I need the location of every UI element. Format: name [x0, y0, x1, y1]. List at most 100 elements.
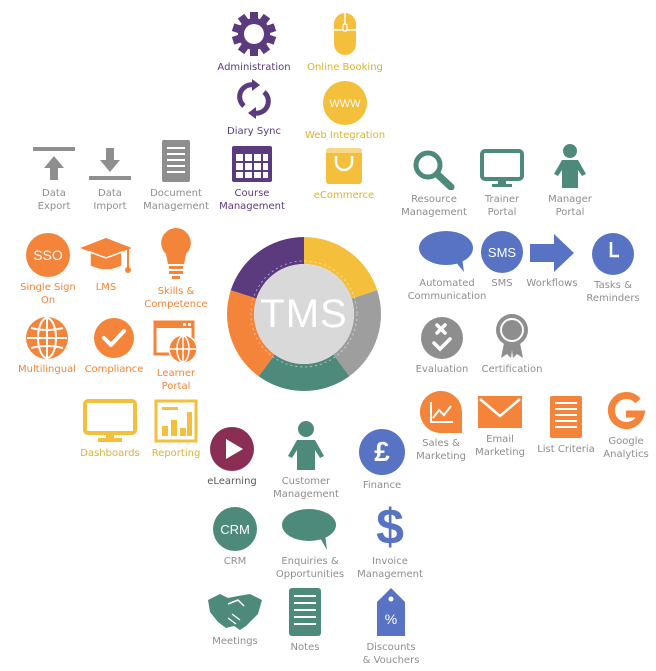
svg-text:£: £	[374, 436, 390, 467]
notes-icon	[289, 588, 321, 636]
svg-text:$: $	[376, 500, 404, 552]
module-label: Learner Portal	[156, 368, 196, 392]
lightbulb-icon	[161, 228, 191, 279]
module-skills-competence[interactable]: Skills & Competence	[138, 226, 214, 311]
module-crm[interactable]: CRM CRM	[208, 506, 262, 568]
magnifier-icon	[413, 150, 455, 190]
module-dashboards[interactable]: Dashboards	[78, 398, 142, 460]
speech-bubble-icon	[282, 509, 336, 550]
module-list-criteria[interactable]: List Criteria	[536, 394, 596, 456]
module-multilingual[interactable]: Multilingual	[14, 316, 80, 376]
dollar-icon: $	[376, 500, 404, 552]
module-label: Multilingual	[18, 364, 76, 375]
module-meetings[interactable]: Meetings	[202, 590, 268, 648]
module-label: Online Booking	[307, 62, 383, 73]
module-invoice-management[interactable]: $ Invoice Management	[352, 500, 428, 581]
module-customer-management[interactable]: Customer Management	[268, 420, 344, 501]
dashboard-monitor-icon	[83, 399, 137, 442]
module-label: List Criteria	[537, 444, 595, 455]
module-document-management[interactable]: Document Management	[140, 138, 212, 213]
module-label: Invoice Management	[357, 556, 423, 580]
module-workflows[interactable]: Workflows	[524, 232, 580, 290]
price-tag-icon: %	[377, 588, 405, 636]
module-label: LMS	[95, 282, 117, 293]
module-enquiries-opportunities[interactable]: Enquiries & Opportunities	[270, 508, 350, 581]
module-label: CRM	[223, 556, 247, 567]
gear-icon	[231, 12, 277, 56]
module-certification[interactable]: Certification	[478, 312, 546, 376]
crm-icon: CRM	[213, 507, 257, 551]
module-label: Compliance	[84, 364, 144, 375]
arrow-right-icon	[530, 234, 574, 272]
module-web-integration[interactable]: WWW Web Integration	[300, 80, 390, 142]
module-tasks-reminders[interactable]: Tasks & Reminders	[582, 232, 644, 305]
discount-text: %	[385, 611, 397, 627]
sso-text: SSO	[33, 247, 63, 263]
module-discounts-vouchers[interactable]: % Discounts & Vouchers	[356, 586, 426, 667]
crm-text: CRM	[220, 522, 250, 537]
module-compliance[interactable]: Compliance	[80, 316, 148, 376]
module-label: Course Management	[219, 188, 285, 212]
award-ribbon-icon	[496, 314, 528, 358]
module-label: Finance	[362, 480, 402, 491]
tms-hub: TMS	[226, 236, 382, 392]
module-trainer-portal[interactable]: Trainer Portal	[472, 148, 532, 219]
module-label: Google Analytics	[603, 436, 649, 460]
module-lms[interactable]: LMS	[76, 234, 136, 294]
module-administration[interactable]: Administration	[212, 10, 296, 74]
module-evaluation[interactable]: Evaluation	[412, 316, 472, 376]
module-label: Evaluation	[415, 364, 469, 375]
module-data-import[interactable]: Data Import	[82, 144, 138, 213]
module-elearning[interactable]: eLearning	[200, 426, 264, 488]
module-label: Data Import	[93, 188, 127, 212]
module-label: Discounts & Vouchers	[362, 642, 420, 666]
sms-icon: SMS	[481, 231, 523, 273]
module-manager-portal[interactable]: Manager Portal	[540, 142, 600, 219]
import-icon	[89, 148, 131, 180]
evaluation-icon	[421, 317, 463, 359]
module-data-export[interactable]: Data Export	[26, 144, 82, 213]
www-icon: WWW	[323, 81, 367, 125]
clock-icon	[592, 233, 634, 275]
module-reporting[interactable]: Reporting	[146, 398, 206, 460]
module-online-booking[interactable]: Online Booking	[300, 10, 390, 74]
module-label: Skills & Competence	[144, 286, 208, 310]
module-email-marketing[interactable]: Email Marketing	[470, 394, 530, 459]
module-course-management[interactable]: Course Management	[212, 144, 292, 213]
module-label: Dashboards	[80, 448, 140, 459]
module-finance[interactable]: £ Finance	[354, 428, 410, 492]
module-google-analytics[interactable]: Google Analytics	[598, 392, 654, 461]
google-g-icon	[607, 392, 646, 429]
module-diary-sync[interactable]: Diary Sync	[212, 76, 296, 138]
browser-globe-icon	[153, 320, 198, 364]
person-icon	[554, 144, 586, 188]
module-label: Workflows	[526, 278, 578, 289]
module-label: Diary Sync	[227, 126, 281, 137]
shopping-bag-icon	[326, 148, 362, 184]
module-label: Trainer Portal	[484, 194, 520, 218]
module-notes[interactable]: Notes	[278, 586, 332, 654]
module-label: SMS	[491, 278, 513, 289]
graduation-cap-icon	[80, 238, 132, 273]
hub-label: TMS	[260, 291, 348, 336]
module-label: Certification	[481, 364, 543, 375]
www-text: WWW	[329, 98, 361, 110]
module-learner-portal[interactable]: Learner Portal	[146, 320, 206, 393]
module-resource-management[interactable]: Resource Management	[396, 148, 472, 219]
module-label: Manager Portal	[548, 194, 592, 218]
module-label: Automated Communication	[407, 278, 487, 302]
pound-icon: £	[359, 429, 405, 475]
module-sales-marketing[interactable]: Sales & Marketing	[410, 390, 472, 463]
module-label: Notes	[290, 642, 320, 653]
module-label: Web Integration	[304, 130, 386, 141]
globe-icon	[26, 317, 68, 359]
module-label: Single Sign On	[20, 282, 76, 306]
module-label: Meetings	[212, 636, 258, 647]
export-icon	[33, 147, 75, 180]
module-label: Resource Management	[401, 194, 467, 218]
module-sms[interactable]: SMS SMS	[478, 230, 526, 290]
module-label: Reporting	[151, 448, 201, 459]
module-label: eLearning	[207, 476, 257, 487]
module-single-sign-on[interactable]: SSO Single Sign On	[14, 232, 82, 307]
module-ecommerce[interactable]: eCommerce	[302, 146, 386, 202]
